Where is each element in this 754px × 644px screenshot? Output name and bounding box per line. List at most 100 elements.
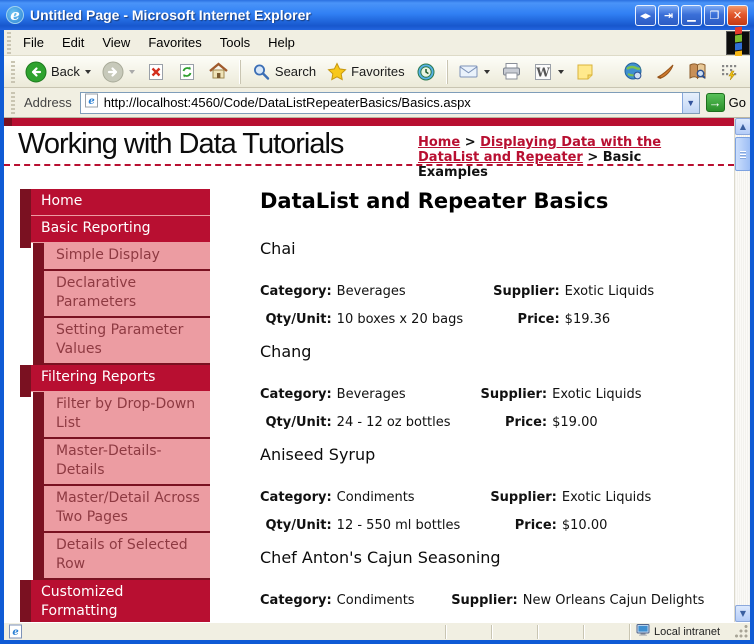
page-title: DataList and Repeater Basics [260,189,609,213]
sidebar-nav: Home Basic Reporting Simple Display Decl… [20,189,210,622]
supplier-label: Supplier: [490,490,557,505]
sidebar-item-setting-parameter-values[interactable]: Setting Parameter Values [20,318,210,365]
sidebar-item-master-detail-two-pages[interactable]: Master/Detail Across Two Pages [20,486,210,533]
breadcrumb: Home > Displaying Data with the DataList… [418,135,714,180]
product-name: Chef Anton's Cajun Seasoning [260,548,501,567]
nav-tab [33,533,44,580]
nav-tab [33,392,44,439]
resize-arrows-button[interactable]: ◂▸ [635,4,656,26]
menu-tools[interactable]: Tools [211,31,259,54]
resize-grip[interactable] [735,625,748,638]
forward-button[interactable] [98,59,139,85]
back-button[interactable]: Back [21,59,95,85]
history-icon [416,62,436,82]
category-label: Category: [260,284,332,299]
sidebar-item-details-of-selected-row[interactable]: Details of Selected Row [20,533,210,580]
ie-app-icon: e [6,6,24,24]
sidebar-item-customized-formatting[interactable]: Customized Formatting [20,580,210,622]
breadcrumb-separator: > [582,150,603,165]
security-zone-indicator: Local intranet [629,623,733,640]
scroll-down-button[interactable]: ▼ [735,605,750,622]
print-button[interactable] [497,59,526,84]
sidebar-item-filtering-reports[interactable]: Filtering Reports [20,365,210,397]
stop-button[interactable] [142,60,170,84]
menu-view[interactable]: View [93,31,139,54]
product-details-table: Category: Beverages Supplier: Exotic Liq… [260,387,642,443]
maximize-button[interactable]: ❐ [704,4,725,26]
mail-dropdown-caret[interactable] [483,69,490,74]
home-button[interactable] [204,59,233,84]
sidebar-item-simple-display[interactable]: Simple Display [20,243,210,271]
supplier-label: Supplier: [493,284,560,299]
detach-button[interactable]: ⇥ [658,4,679,26]
sidebar-item-filter-by-dropdown-list[interactable]: Filter by Drop-Down List [20,392,210,439]
nav-tab [33,243,44,271]
sidebar-item-basic-reporting[interactable]: Basic Reporting [20,216,210,248]
supplier-value: New Orleans Cajun Delights [522,593,705,608]
menu-bar: File Edit View Favorites Tools Help [4,26,750,59]
scrollbar-thumb[interactable] [735,137,750,171]
address-input[interactable] [101,95,682,110]
close-button[interactable]: ✕ [727,4,748,26]
history-button[interactable] [412,60,440,84]
window-title: Untitled Page - Microsoft Internet Explo… [30,7,311,23]
category-label: Category: [260,593,332,608]
mail-button[interactable] [454,59,494,84]
book-search-icon [687,61,708,82]
status-page-icon: e [6,624,30,639]
forward-dropdown-caret[interactable] [128,69,135,74]
pen-tool-button[interactable] [651,59,680,84]
price-label: Price: [505,415,548,430]
discuss-button[interactable] [571,60,599,84]
menu-file[interactable]: File [14,31,53,54]
sidebar-item-master-details-details[interactable]: Master-Details-Details [20,439,210,486]
grid-tool-button[interactable] [715,60,743,84]
product-name: Chang [260,342,312,361]
go-label: Go [728,95,746,110]
address-grip[interactable] [11,91,15,114]
price-value: $19.36 [564,312,611,327]
address-dropdown-button[interactable]: ▼ [681,92,699,113]
nav-tab [20,580,31,622]
status-pane [445,624,491,639]
research-button[interactable] [683,59,712,84]
supplier-value: Exotic Liquids [561,490,652,505]
breadcrumb-home-link[interactable]: Home [418,135,460,150]
minimize-button[interactable]: ▁ [681,4,702,26]
favorites-star-icon [327,61,347,82]
breadcrumb-separator: > [460,135,481,150]
search-button[interactable]: Search [247,60,320,84]
back-icon [25,61,47,83]
status-pane [491,624,537,639]
menu-edit[interactable]: Edit [53,31,93,54]
toolbar-separator [445,59,448,84]
qty-label: Qty/Unit: [265,415,332,430]
toolbar-grip[interactable] [11,60,15,83]
product-name: Aniseed Syrup [260,445,376,464]
scroll-up-button[interactable]: ▲ [735,118,750,135]
masthead: Working with Data Tutorials Home > Displ… [4,128,734,180]
toolbar-separator [238,59,241,84]
menu-help[interactable]: Help [259,31,304,54]
edit-with-word-button[interactable]: W [529,60,568,84]
menu-grip[interactable] [7,31,11,54]
go-arrow-icon: → [705,93,725,112]
pen-icon [655,61,676,82]
forward-icon [102,61,124,83]
sidebar-item-declarative-parameters[interactable]: Declarative Parameters [20,271,210,318]
edit-dropdown-caret[interactable] [557,69,564,74]
refresh-button[interactable] [173,60,201,84]
msn-globe-button[interactable] [619,59,648,84]
search-label: Search [274,64,317,79]
supplier-label: Supplier: [451,593,518,608]
back-dropdown-caret[interactable] [84,69,91,74]
menu-favorites[interactable]: Favorites [139,31,210,54]
standard-toolbar: Back Search Favorites W [4,56,750,88]
address-field: e ▼ [79,91,700,114]
favorites-button[interactable]: Favorites [323,60,408,84]
sidebar-item-home[interactable]: Home [20,189,210,221]
product-details-table: Category: Beverages Supplier: Exotic Liq… [260,284,654,340]
status-pane [537,624,583,639]
vertical-scrollbar[interactable]: ▲ ▼ [734,118,750,622]
go-button[interactable]: → Go [705,93,746,112]
